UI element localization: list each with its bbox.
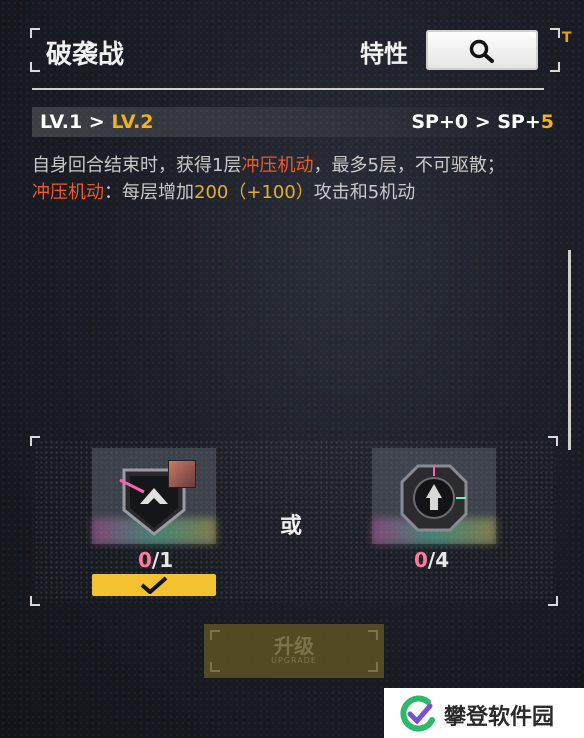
upgrade-label: 升级 [274, 634, 314, 658]
corner-bracket [30, 436, 40, 446]
desc-value: 200（+100） [194, 182, 314, 203]
desc-text: ：每层增加 [104, 182, 194, 203]
desc-keyword: 冲压机动 [32, 182, 104, 203]
watermark-text: 攀登软件园 [444, 705, 555, 730]
selected-material-bar[interactable] [92, 574, 216, 596]
skill-description: 自身回合结束时，获得1层冲压机动，最多5层，不可驱散； 冲压机动：每层增加200… [32, 152, 556, 206]
upgrade-sublabel: UPGRADE [271, 656, 317, 665]
corner-bracket [548, 596, 558, 606]
corner-bracket [30, 28, 40, 38]
desc-text: ，最多5层，不可驱散； [313, 155, 505, 176]
or-label: 或 [280, 514, 303, 539]
level-change: LV.1 > LV.2 [40, 111, 154, 133]
level-from: LV.1 [40, 111, 83, 133]
corner-bracket [30, 596, 40, 606]
sp-to: 5 [540, 111, 554, 133]
material-slot[interactable] [92, 448, 216, 544]
checkmark-icon [140, 576, 168, 594]
material-count: 0/1 [138, 548, 173, 572]
level-bar: LV.1 > LV.2 SP+0 > SP+5 [32, 107, 558, 137]
level-to: LV.2 [111, 111, 154, 133]
corner-bracket [30, 62, 40, 72]
sp-from: SP+0 [411, 111, 469, 133]
upgrade-button[interactable]: 升级 UPGRADE [204, 624, 384, 678]
material-count: 0/4 [414, 548, 449, 572]
corner-bracket [548, 436, 558, 446]
count-have: 0 [414, 548, 428, 572]
header-divider [32, 88, 544, 90]
desc-text: 自身回合结束时，获得1层 [32, 155, 242, 176]
desc-keyword: 冲压机动 [241, 155, 314, 176]
t-marker: T [562, 30, 572, 46]
desc-text: 攻击和5机动 [313, 182, 416, 203]
count-need: /1 [151, 548, 174, 572]
material-slot[interactable] [372, 448, 496, 544]
watermark-logo-icon [400, 695, 435, 732]
trait-search-button[interactable] [426, 30, 538, 70]
skill-title: 破袭战 [46, 40, 125, 70]
corner-bracket [550, 62, 560, 72]
corner-bracket [550, 28, 560, 38]
search-icon [469, 39, 494, 63]
sp-change: SP+0 > SP+5 [411, 111, 554, 133]
scrollbar[interactable] [568, 250, 571, 450]
character-thumbnail [168, 460, 196, 488]
count-have: 0 [138, 548, 152, 572]
level-arrow: > [82, 111, 112, 133]
sp-arrow: > SP+ [468, 111, 541, 133]
trait-label: 特性 [360, 40, 408, 68]
skill-header: 破袭战 特性 [30, 28, 560, 72]
watermark: 攀登软件园 [384, 688, 584, 738]
hex-core-material-icon [400, 464, 468, 532]
count-need: /4 [427, 548, 450, 572]
